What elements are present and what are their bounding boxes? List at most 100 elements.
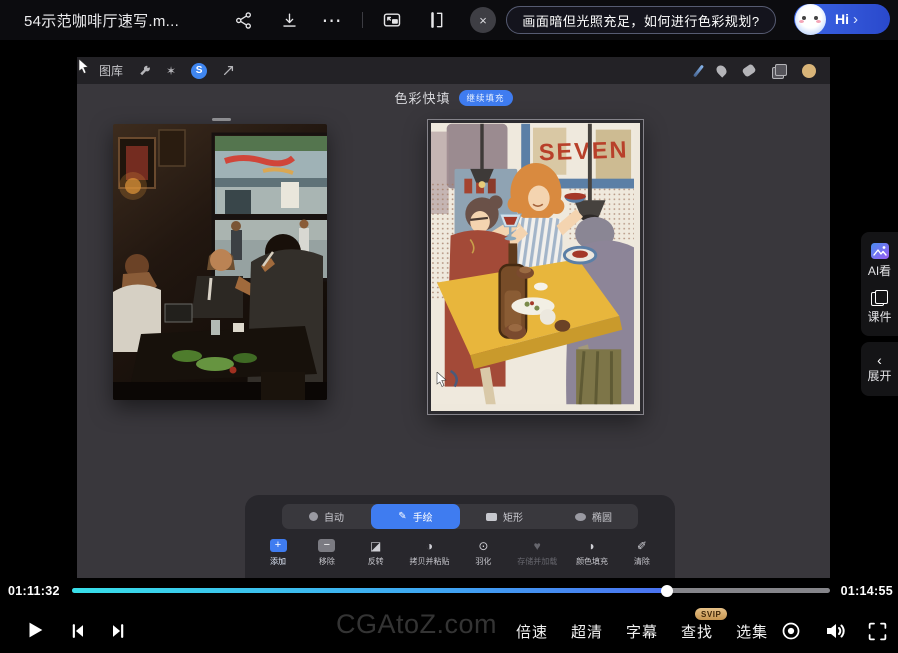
ai-view-label: AI看 — [868, 262, 891, 279]
pen-icon: ✎ — [398, 511, 406, 522]
ai-view-icon — [871, 243, 889, 259]
flip-crop-button[interactable] — [421, 6, 449, 34]
action-save-load[interactable]: ♥ 存储并加载 — [517, 538, 557, 567]
assistant-pill[interactable]: Hi › — [794, 4, 890, 34]
mode-label: 自动 — [324, 509, 344, 524]
automatic-icon — [309, 512, 318, 521]
action-add[interactable]: + 添加 — [263, 538, 293, 567]
play-icon — [24, 619, 46, 641]
close-button[interactable]: × — [470, 7, 496, 33]
selection-actions: + 添加 − 移除 ◪ 反转 ◑ 拷贝并粘贴 ⊙ 羽化 — [245, 529, 675, 567]
reference-drag-handle[interactable] — [212, 118, 231, 121]
ellipse-icon — [575, 513, 586, 521]
more-button[interactable]: ⋯ — [318, 6, 346, 34]
plus-icon: + — [270, 539, 287, 552]
fullscreen-button[interactable] — [864, 618, 890, 644]
episodes-button[interactable]: 选集 — [736, 621, 768, 642]
subtitles-button[interactable]: 字幕 — [626, 621, 658, 642]
invert-icon: ◪ — [370, 538, 381, 553]
danmaku-toggle-button[interactable] — [778, 618, 804, 644]
more-icon: ⋯ — [322, 8, 343, 33]
illustration: SEVEN — [431, 123, 634, 405]
picture-in-picture-button[interactable] — [378, 6, 406, 34]
next-icon — [108, 621, 128, 641]
chevron-right-icon: › — [853, 11, 858, 28]
next-button[interactable] — [105, 619, 131, 643]
volume-button[interactable] — [821, 617, 849, 645]
courseware-button[interactable]: 课件 — [867, 290, 891, 325]
selection-mode-tabs: 自动 ✎ 手绘 矩形 椭圆 — [282, 504, 638, 529]
transform-tool-icon[interactable] — [222, 64, 235, 77]
selection-toolbar: 自动 ✎ 手绘 矩形 椭圆 + 添加 — [245, 495, 675, 578]
smudge-tool-icon[interactable] — [714, 63, 728, 77]
progress-bar[interactable] — [72, 588, 830, 593]
quality-button[interactable]: 超清 — [571, 621, 603, 642]
video-title: 54示范咖啡厅速写.m... — [24, 10, 179, 31]
download-icon — [280, 11, 299, 30]
share-icon — [234, 11, 253, 30]
mode-tab-freehand[interactable]: ✎ 手绘 — [371, 504, 460, 529]
download-button[interactable] — [275, 6, 303, 34]
previous-button[interactable] — [65, 619, 91, 643]
mode-label: 矩形 — [503, 509, 523, 524]
reference-photo — [113, 124, 327, 400]
courseware-label: 课件 — [867, 308, 891, 325]
selection-tool-icon[interactable]: S — [191, 63, 207, 79]
svip-badge: SVIP — [695, 608, 727, 620]
assistant-avatar — [795, 4, 826, 35]
action-label: 反转 — [368, 556, 384, 567]
side-panel-tools: AI看 课件 — [861, 232, 898, 336]
color-swatch[interactable] — [802, 64, 816, 78]
action-label: 拷贝并粘贴 — [410, 556, 450, 567]
current-time: 01:11:32 — [8, 584, 60, 598]
video-frame[interactable]: 图库 ✶ S 色彩快填 继续填充 — [0, 40, 898, 580]
action-label: 添加 — [270, 556, 286, 567]
save-load-icon: ♥ — [534, 538, 541, 553]
ring-dot-icon — [780, 620, 802, 642]
previous-icon — [68, 621, 88, 641]
courseware-icon — [871, 290, 887, 305]
progress-fill — [72, 588, 667, 593]
mode-tab-ellipse[interactable]: 椭圆 — [549, 504, 638, 529]
mode-label: 椭圆 — [592, 509, 612, 524]
clear-icon: ✐ — [637, 538, 647, 553]
progress-handle[interactable] — [661, 585, 673, 597]
action-invert[interactable]: ◪ 反转 — [361, 538, 391, 567]
assistant-label: Hi — [835, 11, 849, 27]
action-copy-paste[interactable]: ◑ 拷贝并粘贴 — [410, 538, 450, 567]
expand-tab[interactable]: ‹ 展开 — [861, 342, 898, 396]
ai-view-button[interactable]: AI看 — [868, 243, 891, 279]
volume-icon — [823, 619, 847, 643]
app-toolbar: 图库 ✶ S — [77, 57, 830, 84]
reference-photo-panel — [113, 124, 327, 400]
top-bar: 54示范咖啡厅速写.m... ⋯ × 画面暗但光照充足，如何进行色彩规划? — [0, 0, 898, 40]
action-color-fill[interactable]: ◗ 颜色填充 — [576, 538, 608, 567]
player-menu: 倍速 超清 字幕 查找 SVIP 选集 — [516, 621, 768, 642]
mode-tab-rectangle[interactable]: 矩形 — [460, 504, 549, 529]
speed-button[interactable]: 倍速 — [516, 621, 548, 642]
action-label: 颜色填充 — [576, 556, 608, 567]
ai-question-pill[interactable]: 画面暗但光照充足，如何进行色彩规划? — [506, 6, 776, 34]
adjustments-icon[interactable]: ✶ — [166, 64, 176, 78]
action-clear[interactable]: ✐ 清除 — [627, 538, 657, 567]
ai-question-text: 画面暗但光照充足，如何进行色彩规划? — [522, 11, 759, 30]
layers-icon[interactable] — [772, 64, 785, 77]
eraser-tool-icon[interactable] — [742, 63, 757, 77]
action-label: 存储并加载 — [517, 556, 557, 567]
picture-in-picture-icon — [382, 10, 402, 30]
find-button[interactable]: 查找 SVIP — [681, 621, 713, 642]
mode-tab-automatic[interactable]: 自动 — [282, 504, 371, 529]
wrench-icon[interactable] — [138, 64, 151, 77]
gallery-button[interactable]: 图库 — [99, 62, 123, 79]
share-button[interactable] — [229, 6, 257, 34]
tool-badge[interactable]: 继续填充 — [459, 90, 513, 106]
action-remove[interactable]: − 移除 — [312, 538, 342, 567]
chevron-left-icon: ‹ — [877, 355, 882, 365]
action-feather[interactable]: ⊙ 羽化 — [468, 538, 498, 567]
play-button[interactable] — [22, 617, 48, 643]
fullscreen-icon — [867, 621, 888, 642]
expand-label: 展开 — [867, 367, 891, 384]
tool-title: 色彩快填 — [394, 88, 450, 107]
brush-tool-icon[interactable] — [693, 64, 704, 77]
flip-crop-icon — [425, 10, 445, 30]
